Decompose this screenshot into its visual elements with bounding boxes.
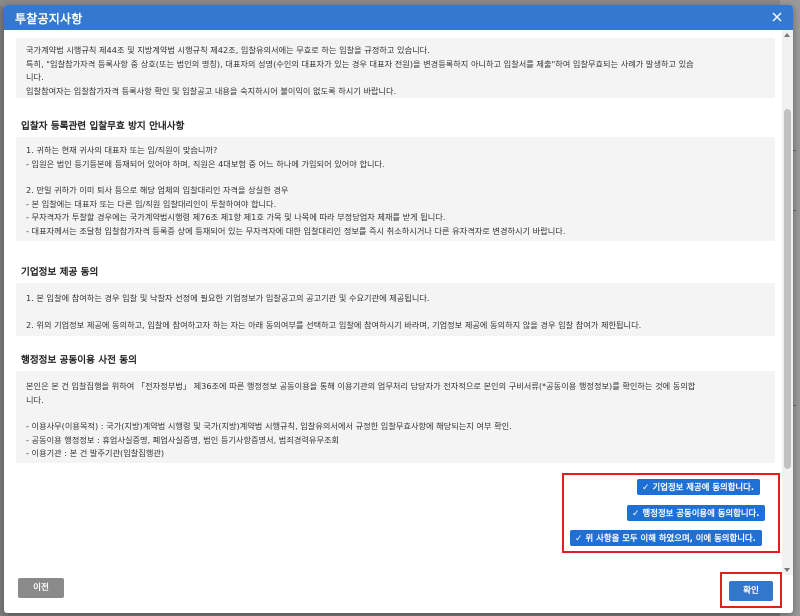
notice-line: 2. 위의 기업정보 제공에 동의하고, 입찰에 참여하고자 하는 자는 아래 …	[26, 319, 642, 330]
agree-company-info-button[interactable]: ✓ 기업정보 제공에 동의합니다.	[637, 479, 761, 495]
section-title-bid-registration: 입찰자 등록관련 입찰무효 방지 안내사항	[21, 121, 185, 132]
notice-line: 본인은 본 건 입찰집행을 위하여 「전자정부법」 제36조에 따른 행정정보 …	[26, 381, 696, 391]
agree-all-button[interactable]: ✓ 위 사항을 모두 이해 하였으며, 이에 동의합니다.	[570, 530, 762, 546]
modal-body[interactable]: 국가계약법 시행규칙 제44조 및 지방계약법 시행규칙 제42조, 입찰유의서…	[4, 30, 782, 575]
admin-info-box: 본인은 본 건 입찰집행을 위하여 「전자정부법」 제36조에 따른 행정정보 …	[16, 371, 775, 463]
prev-button[interactable]: 이전	[18, 578, 64, 598]
notice-line: 1. 본 입찰에 참여하는 경우 입찰 및 낙찰자 선정에 필요한 기업정보가 …	[26, 293, 430, 303]
notice-line: 2. 만일 귀하가 이미 퇴사 등으로 해당 업체의 입찰대리인 자격을 상실한…	[26, 185, 289, 195]
scrollbar-thumb[interactable]	[784, 109, 791, 469]
agree-admin-info-button[interactable]: ✓ 행정정보 공동이용에 동의합니다.	[627, 505, 766, 521]
modal-title: 투찰공지사항	[15, 12, 83, 26]
agree-admin-info-label: 행정정보 공동이용에 동의합니다.	[642, 508, 760, 518]
bid-registration-box: 1. 귀하는 현재 귀사의 대표자 또는 임/직원이 맞습니까? - 임원은 법…	[16, 137, 775, 241]
notice-line: - 대표자께서는 조달청 입찰참가자격 등록증 상에 등재되어 있는 무자격자에…	[26, 225, 566, 236]
intro-line: 특히, "입찰참가자격 등록사항 중 상호(또는 법인의 명칭), 대표자의 성…	[26, 58, 694, 69]
intro-line: 니다.	[26, 72, 44, 82]
notice-line: - 이용사무(이용목적) : 국가(지방)계약법 시행령 및 국가(지방)계약법…	[26, 421, 512, 431]
check-icon: ✓	[642, 483, 650, 493]
notice-line: 1. 귀하는 현재 귀사의 대표자 또는 임/직원이 맞습니까?	[26, 145, 218, 155]
scroll-up-icon[interactable]	[784, 33, 790, 37]
check-icon: ✓	[632, 509, 640, 519]
modal-header: 투찰공지사항	[4, 5, 793, 30]
notice-line: - 본 입찰에는 대표자 또는 다른 임/직원 입찰대리인이 투찰하여야 합니다…	[26, 198, 277, 209]
modal-scrollbar[interactable]	[782, 30, 793, 575]
notice-line: - 임원은 법인 등기등본에 등재되어 있어야 하며, 직원은 4대보험 중 어…	[26, 158, 385, 169]
section-title-company-info: 기업정보 제공 동의	[21, 267, 99, 278]
notice-line: - 이용기관 : 본 건 발주기관(입찰집행관)	[26, 448, 165, 458]
notice-modal: 투찰공지사항 국가계약법 시행규칙 제44조 및 지방계약법 시행규칙 제42조…	[4, 5, 793, 613]
agree-company-info-label: 기업정보 제공에 동의합니다.	[652, 482, 755, 492]
company-info-box: 1. 본 입찰에 참여하는 경우 입찰 및 낙찰자 선정에 필요한 기업정보가 …	[16, 283, 775, 336]
notice-line: - 공동이용 행정정보 : 휴업사실증명, 폐업사실증명, 법인 등기사항증명서…	[26, 434, 340, 445]
notice-line: 니다.	[26, 394, 44, 405]
section-title-admin-info: 행정정보 공동이용 사전 동의	[21, 355, 137, 366]
intro-notice-box: 국가계약법 시행규칙 제44조 및 지방계약법 시행규칙 제42조, 입찰유의서…	[16, 38, 775, 98]
notice-line: - 무자격자가 투찰할 경우에는 국가계약법시행령 제76조 제1항 제1호 가…	[26, 212, 446, 222]
intro-line: 입찰참여자는 입찰참가자격 등록사항 확인 및 입찰공고 내용을 숙지하시어 불…	[26, 85, 397, 96]
scroll-down-icon[interactable]	[784, 568, 790, 572]
check-icon: ✓	[575, 534, 583, 544]
close-icon[interactable]	[769, 9, 785, 25]
agree-all-label: 위 사항을 모두 이해 하였으며, 이에 동의합니다.	[585, 533, 756, 543]
confirm-button[interactable]: 확인	[729, 581, 773, 601]
intro-line: 국가계약법 시행규칙 제44조 및 지방계약법 시행규칙 제42조, 입찰유의서…	[26, 45, 430, 55]
